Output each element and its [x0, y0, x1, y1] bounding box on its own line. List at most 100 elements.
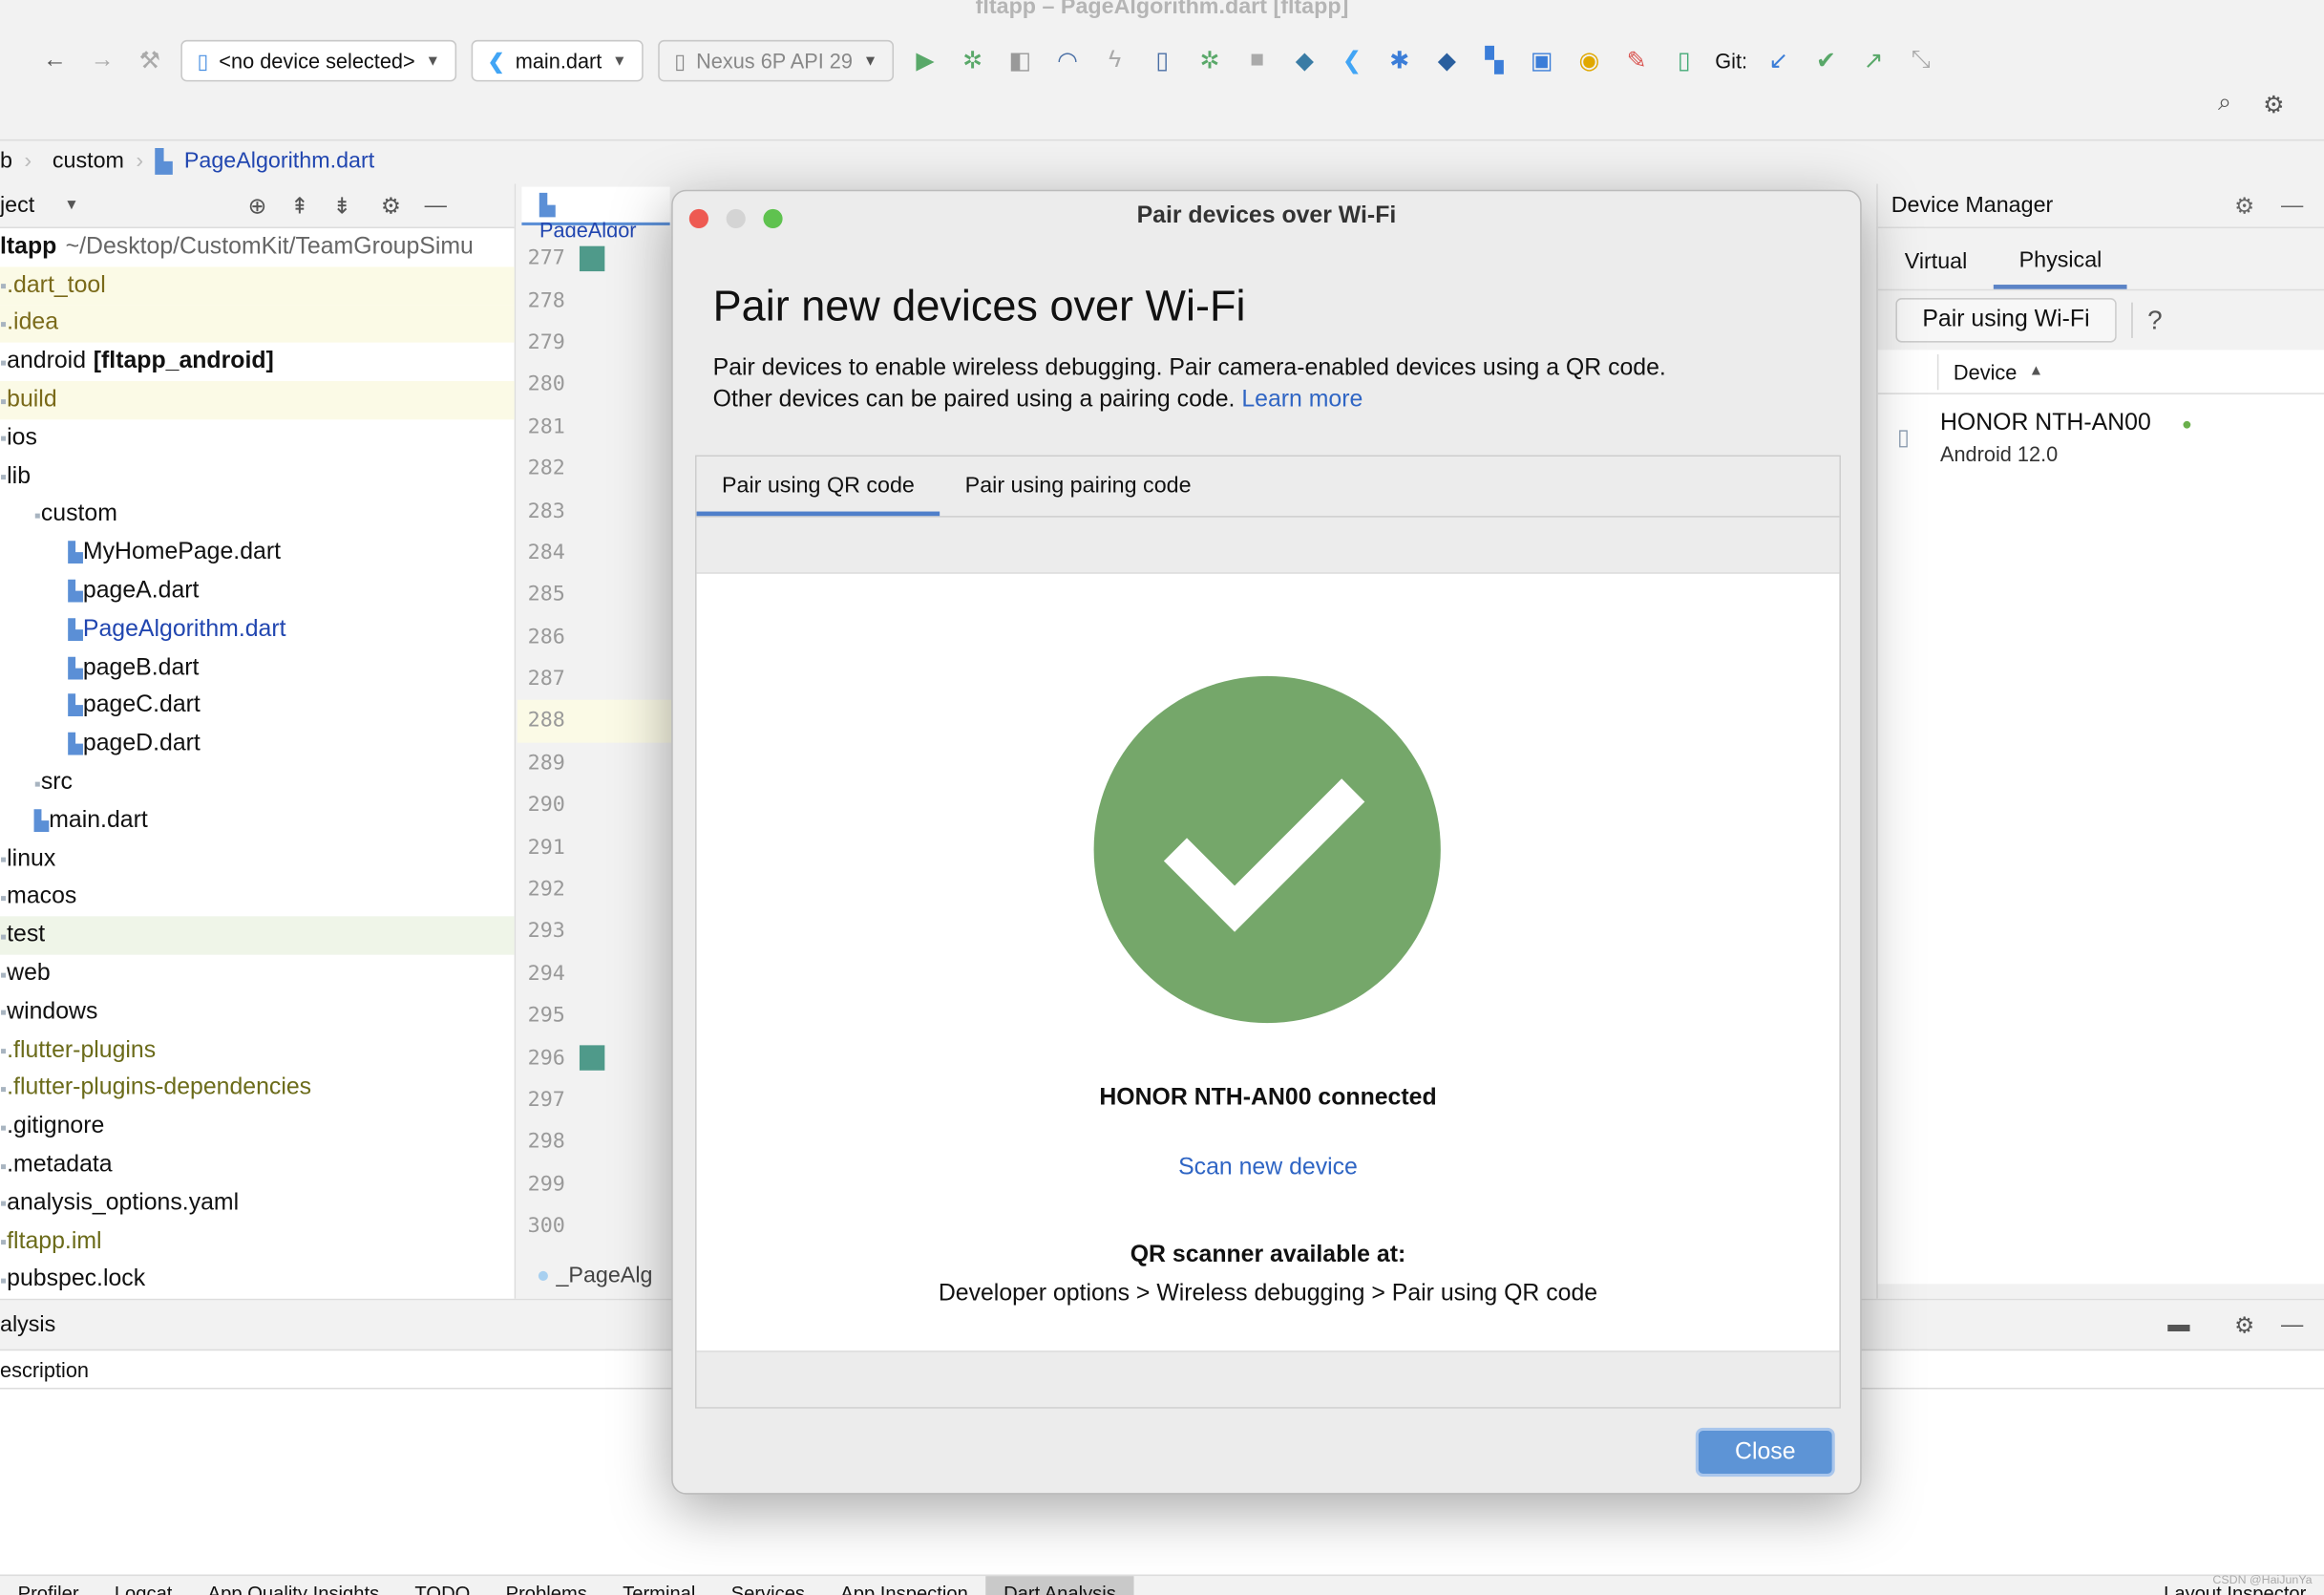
tree-item[interactable]: ▪ linux [0, 840, 515, 879]
pair-wifi-button[interactable]: Pair using Wi-Fi [1895, 298, 2117, 343]
tree-item[interactable]: ▙ main.dart [0, 802, 515, 840]
tab-profiler[interactable]: Profiler [0, 1576, 96, 1595]
breadcrumb-item[interactable]: custom [53, 148, 124, 173]
tree-item[interactable]: ▪ .dart_tool [0, 266, 515, 306]
back-arrow-icon[interactable]: ← [38, 48, 71, 74]
tree-item[interactable]: ▙ pageB.dart [0, 649, 515, 688]
learn-more-link[interactable]: Learn more [1241, 387, 1363, 412]
tree-item[interactable]: ▪ test [0, 916, 515, 955]
run-icon[interactable]: ▶ [909, 46, 941, 75]
gear-icon[interactable]: ⚙ [2234, 1311, 2254, 1338]
tab-todo[interactable]: TODO [397, 1576, 488, 1595]
tab-physical[interactable]: Physical [1994, 247, 2127, 289]
tree-item[interactable]: ▪ build [0, 381, 515, 420]
tree-root[interactable]: ltapp ~/Desktop/CustomKit/TeamGroupSimu [0, 228, 515, 266]
gear-icon[interactable]: ⚙ [381, 192, 401, 219]
search-icon[interactable]: ⌕ [2208, 91, 2241, 117]
device-row[interactable]: ▯ HONOR NTH-AN00 Android 12.0 [1877, 393, 2324, 1285]
expand-all-icon[interactable]: ⇞ [290, 192, 309, 219]
build-icon[interactable]: ⚒ [134, 46, 166, 75]
performance-icon[interactable]: ◉ [1573, 46, 1605, 75]
tree-item[interactable]: ▪ lib [0, 457, 515, 496]
tree-item[interactable]: ▪ .flutter-plugins [0, 1031, 515, 1070]
help-icon[interactable]: ? [2147, 305, 2163, 336]
settings-icon[interactable]: ⚙ [2257, 91, 2290, 120]
comment-icon[interactable]: ▬ [2167, 1312, 2189, 1337]
minimize-icon[interactable]: — [2281, 1312, 2303, 1337]
editor-structure-tab[interactable]: ● _PageAlg [521, 1260, 669, 1295]
emulator-selector[interactable]: ▯ Nexus 6P API 29 ▼ [658, 39, 895, 82]
coverage-icon[interactable]: ◧ [1004, 46, 1036, 75]
tree-item[interactable]: ▪ windows [0, 993, 515, 1031]
device-selector[interactable]: ▯ <no device selected> ▼ [180, 39, 457, 82]
stop-icon[interactable]: ■ [1241, 48, 1274, 74]
profile-icon[interactable]: ◠ [1051, 46, 1084, 75]
tree-item[interactable]: ▙ PageAlgorithm.dart [0, 610, 515, 649]
minimize-icon[interactable]: — [425, 193, 447, 218]
git-history-icon[interactable]: ⤡ [1905, 48, 1937, 74]
dart-devtools-icon[interactable]: ◆ [1430, 46, 1463, 75]
project-view-selector[interactable]: ject [0, 193, 34, 218]
online-status-dot [2183, 420, 2191, 429]
gradle-sync-icon[interactable]: ◆ [1288, 46, 1320, 75]
tab-app-quality-insights[interactable]: App Quality Insights [190, 1576, 397, 1595]
tree-item[interactable]: ▪ ios [0, 419, 515, 457]
line-number-label: 297 [527, 1088, 565, 1113]
structure-icon[interactable]: ▚ [1478, 46, 1511, 75]
tab-problems[interactable]: Problems [488, 1576, 605, 1595]
run-config-selector[interactable]: ❮ main.dart ▼ [471, 39, 644, 82]
clean-icon[interactable]: ✎ [1620, 46, 1653, 75]
tab-logcat[interactable]: Logcat [96, 1576, 190, 1595]
tree-item[interactable]: ▪ macos [0, 879, 515, 917]
flutter-icon[interactable]: ❮ [1336, 46, 1368, 75]
git-update-icon[interactable]: ↙ [1763, 46, 1795, 75]
tree-item[interactable]: ▙ pageA.dart [0, 572, 515, 610]
tree-item[interactable]: ▪ .metadata [0, 1146, 515, 1184]
collapse-all-icon[interactable]: ⇟ [332, 192, 351, 219]
sdk-manager-icon[interactable]: ▣ [1526, 46, 1558, 75]
folder-icon: ▪ [0, 1039, 8, 1062]
bug-icon[interactable]: ✱ [1384, 46, 1416, 75]
pairing-tabs: Pair using QR code Pair using pairing co… [695, 455, 1841, 1409]
tree-item[interactable]: ▪ custom [0, 496, 515, 534]
tree-item[interactable]: ▙ MyHomePage.dart [0, 534, 515, 572]
device-mirror-icon[interactable]: ▯ [1668, 46, 1701, 75]
attach-debugger-icon[interactable]: ✲ [1194, 46, 1226, 75]
chevron-down-icon[interactable]: ▼ [64, 197, 78, 213]
tab-dart-analysis[interactable]: Dart Analysis [985, 1576, 1134, 1595]
git-commit-icon[interactable]: ✔ [1809, 46, 1842, 75]
close-button[interactable]: Close [1695, 1427, 1835, 1478]
folder-icon: ▪ [0, 1230, 8, 1253]
tree-item[interactable]: ▪ web [0, 955, 515, 993]
locate-icon[interactable]: ⊕ [248, 192, 267, 219]
scan-new-device-link[interactable]: Scan new device [697, 1155, 1840, 1181]
tree-item[interactable]: ▪ .gitignore [0, 1108, 515, 1146]
tab-virtual[interactable]: Virtual [1878, 249, 1994, 289]
git-push-icon[interactable]: ↗ [1857, 46, 1890, 75]
hot-reload-icon[interactable]: ϟ [1099, 48, 1131, 74]
tree-item[interactable]: ▪ android [fltapp_android] [0, 343, 515, 381]
breadcrumb-item[interactable]: PageAlgorithm.dart [184, 148, 374, 173]
tree-item[interactable]: ▙ pageD.dart [0, 726, 515, 764]
device-file-icon[interactable]: ▯ [1146, 46, 1178, 75]
tree-item[interactable]: ▪ .flutter-plugins-dependencies [0, 1070, 515, 1108]
tree-item[interactable]: ▪ pubspec.lock [0, 1261, 515, 1299]
tree-item[interactable]: ▪ .idea [0, 305, 515, 344]
minimize-icon[interactable]: — [2281, 193, 2303, 218]
tree-item[interactable]: ▪ analysis_options.yaml [0, 1184, 515, 1223]
device-column-header[interactable]: Device [1954, 359, 2017, 383]
tree-item[interactable]: ▙ pageC.dart [0, 688, 515, 726]
editor-tab[interactable]: ▙ PageAlgor [521, 186, 670, 242]
breadcrumb-item[interactable]: b [0, 148, 12, 173]
tree-item[interactable]: ▪ fltapp.iml [0, 1223, 515, 1261]
gear-icon[interactable]: ⚙ [2234, 192, 2254, 219]
tree-item[interactable]: ▪ src [0, 764, 515, 802]
line-number: 297 [518, 1079, 671, 1121]
forward-arrow-icon[interactable]: → [86, 48, 118, 74]
tab-services[interactable]: Services [713, 1576, 823, 1595]
tab-qr-code[interactable]: Pair using QR code [696, 457, 940, 517]
tab-pairing-code[interactable]: Pair using pairing code [940, 457, 1216, 516]
tab-terminal[interactable]: Terminal [605, 1576, 714, 1595]
tab-app-inspection[interactable]: App Inspection [823, 1576, 986, 1595]
debug-icon[interactable]: ✲ [957, 46, 989, 75]
